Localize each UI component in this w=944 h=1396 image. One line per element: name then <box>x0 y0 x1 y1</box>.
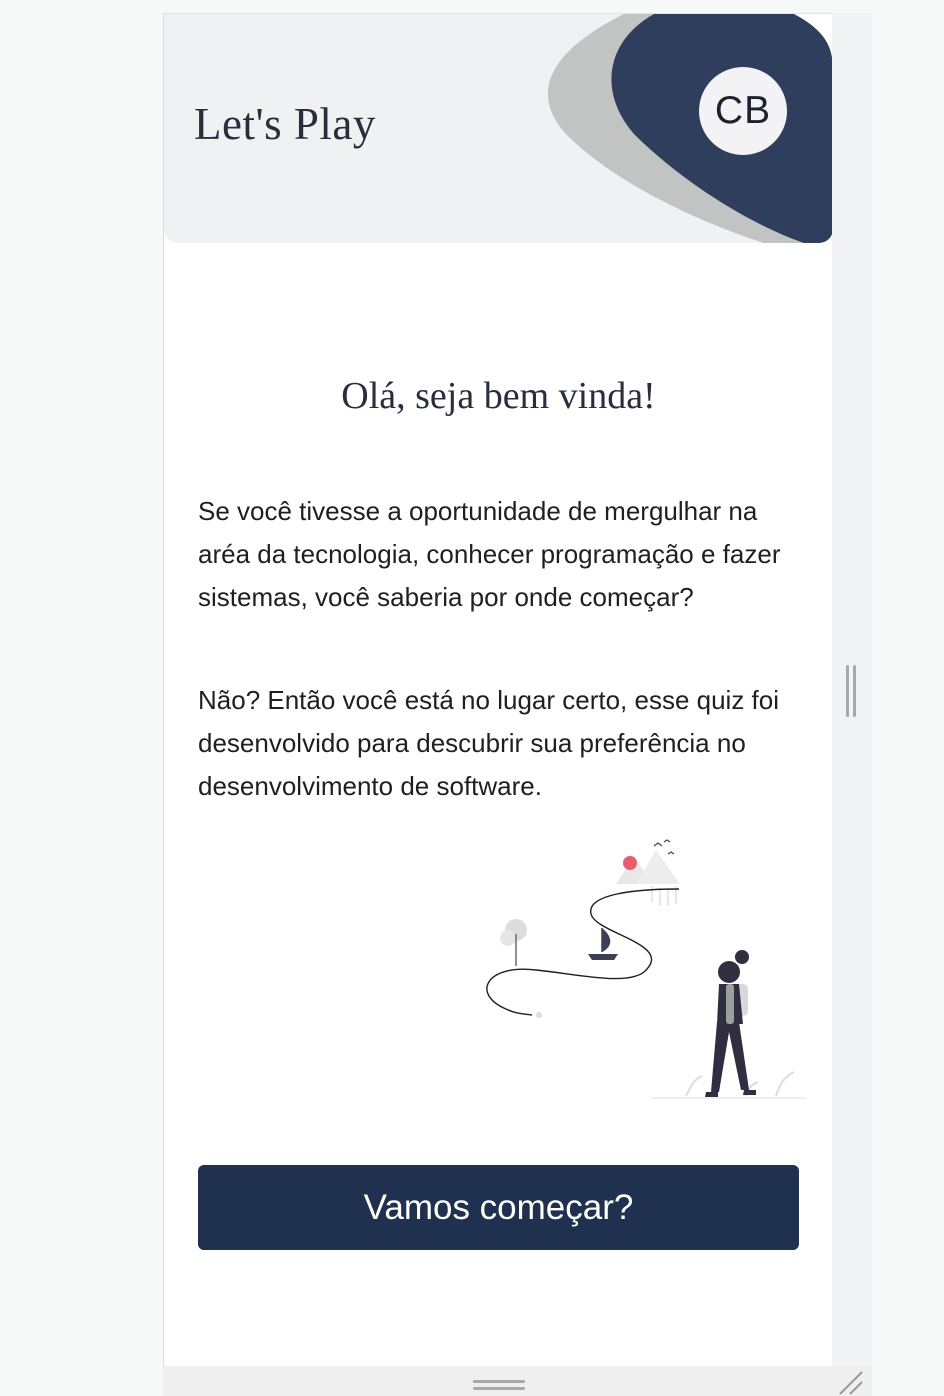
horizontal-resize-handle[interactable] <box>473 1380 525 1392</box>
quiz-description-paragraph: Não? Então você está no lugar certo, ess… <box>198 685 780 801</box>
vertical-resize-handle[interactable] <box>846 665 858 717</box>
header: Let's Play CB <box>164 14 833 243</box>
resize-corner-icon[interactable] <box>836 1370 866 1396</box>
user-avatar[interactable]: CB <box>699 67 787 155</box>
start-quiz-button[interactable]: Vamos começar? <box>198 1165 799 1250</box>
app-frame: Let's Play CB Olá, seja bem vinda! Se vo… <box>163 13 833 1367</box>
intro-paragraph: Se você tivesse a oportunidade de mergul… <box>198 496 781 612</box>
app-title: Let's Play <box>194 99 376 149</box>
welcome-heading: Olá, seja bem vinda! <box>341 375 656 417</box>
woman-walking-path-illustration <box>486 839 806 1099</box>
